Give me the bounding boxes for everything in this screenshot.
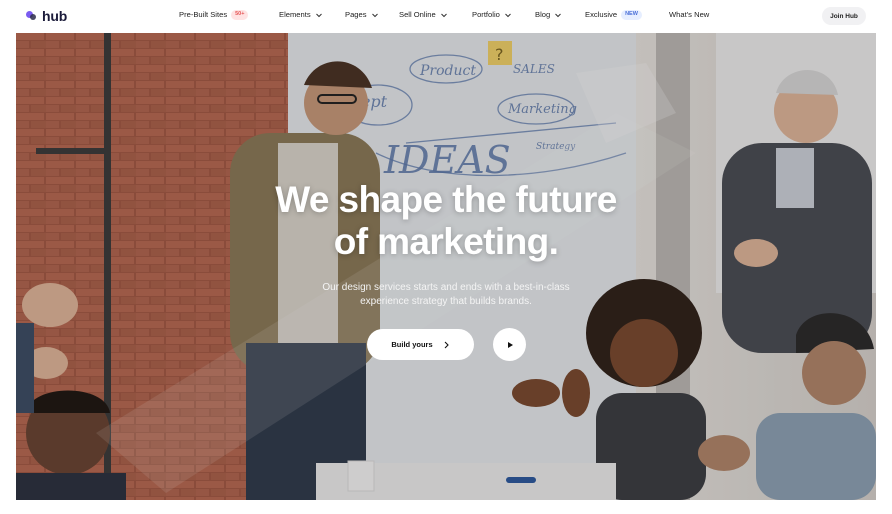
menu-item-whats-new[interactable]: What's New — [669, 10, 709, 19]
menu-item-pages[interactable]: Pages — [345, 10, 379, 19]
main-menu: Pre-Built Sites 50+ Elements Pages Sell … — [0, 0, 892, 33]
menu-item-portfolio[interactable]: Portfolio — [472, 10, 512, 19]
count-badge: 50+ — [231, 10, 249, 20]
chevron-down-icon — [505, 13, 511, 17]
hero-headline: We shape the future of marketing. — [16, 179, 876, 263]
menu-item-label: Pages — [345, 10, 367, 19]
chevron-right-icon — [444, 341, 449, 348]
menu-item-sell-online[interactable]: Sell Online — [399, 10, 448, 19]
top-navigation: hub Pre-Built Sites 50+ Elements Pages S… — [0, 0, 892, 33]
build-yours-button[interactable]: Build yours — [367, 329, 474, 360]
chevron-down-icon — [440, 13, 447, 17]
play-video-button[interactable] — [493, 328, 526, 361]
play-icon — [507, 341, 513, 348]
menu-item-blog[interactable]: Blog — [535, 10, 562, 19]
subtitle-line: Our design services starts and ends with… — [322, 282, 570, 293]
menu-item-label: Pre-Built Sites — [179, 10, 228, 20]
hero-subtitle: Our design services starts and ends with… — [16, 281, 876, 309]
menu-item-label: What's New — [669, 10, 710, 19]
menu-item-label: Sell Online — [399, 10, 436, 19]
menu-item-label: Elements — [279, 10, 311, 19]
hero-overlay — [16, 33, 876, 500]
join-hub-button[interactable]: Join Hub — [822, 7, 866, 25]
menu-item-label: Blog — [535, 10, 551, 19]
menu-item-exclusive[interactable]: Exclusive NEW — [585, 10, 642, 20]
cta-label: Build yours — [391, 340, 433, 349]
menu-item-label: Exclusive — [585, 10, 618, 20]
new-badge: NEW — [621, 10, 642, 20]
chevron-down-icon — [371, 13, 378, 17]
headline-line: of marketing. — [333, 221, 559, 262]
menu-item-elements[interactable]: Elements — [279, 10, 323, 19]
chevron-down-icon — [555, 13, 562, 17]
menu-item-pre-built-sites[interactable]: Pre-Built Sites 50+ — [179, 10, 249, 20]
chevron-down-icon — [315, 13, 322, 17]
subtitle-line: experience strategy that builds brands. — [360, 296, 532, 307]
headline-line: We shape the future — [275, 179, 617, 220]
hero-section: Product SALES Marketing cept Strategy ID… — [16, 33, 876, 500]
menu-item-label: Portfolio — [472, 10, 500, 19]
